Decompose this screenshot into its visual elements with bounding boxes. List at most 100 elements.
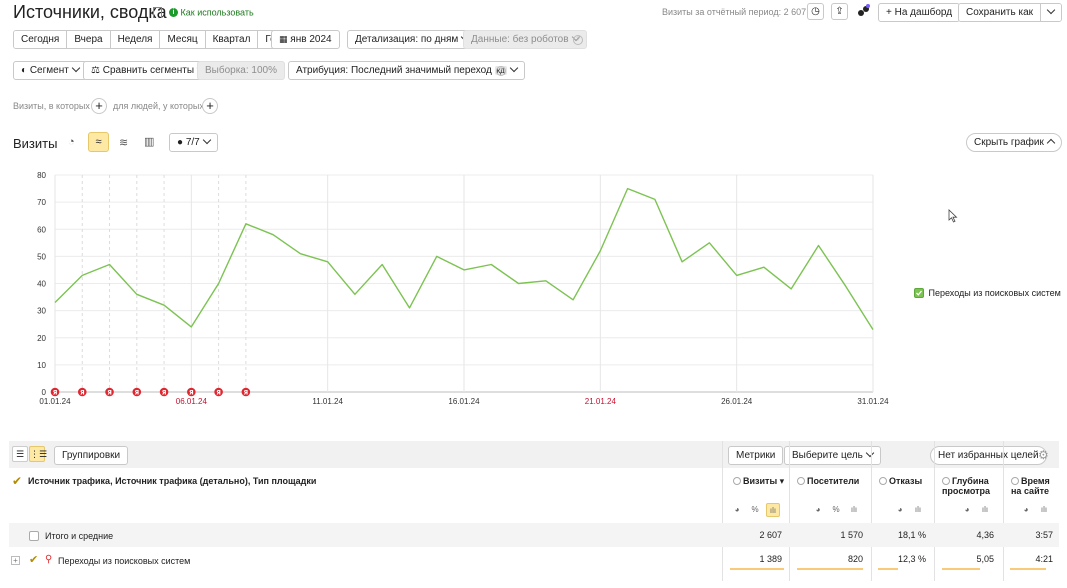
visitors-view-icons: ◕% ılı bbox=[811, 503, 861, 517]
data-point bbox=[408, 307, 410, 309]
add-people-filter-button[interactable]: + bbox=[202, 98, 218, 114]
data-point bbox=[354, 293, 356, 295]
clock-icon[interactable]: ◷ bbox=[807, 3, 824, 20]
pie-icon[interactable]: ◕ bbox=[730, 503, 744, 517]
legend-checkbox[interactable] bbox=[914, 287, 924, 298]
x-tick-label: 06.01.24 bbox=[176, 397, 208, 406]
page-title: Источники, сводка bbox=[13, 2, 167, 22]
tree-view-icon[interactable]: ⋮☰ bbox=[29, 446, 47, 462]
period-quarter[interactable]: Квартал bbox=[205, 31, 259, 48]
pie-icon[interactable]: ◕ bbox=[893, 503, 907, 517]
bars-icon[interactable]: ılı bbox=[911, 503, 925, 517]
line-chart-icon[interactable]: ≈ bbox=[88, 132, 109, 152]
totals-label: Итого и средние bbox=[45, 531, 114, 541]
compare-segments-button[interactable]: ⚖ Сравнить сегменты bbox=[83, 61, 213, 80]
data-point bbox=[790, 288, 792, 290]
bars-icon[interactable]: ılı bbox=[766, 503, 780, 517]
add-visit-filter-button[interactable]: + bbox=[91, 98, 107, 114]
column-depth[interactable]: Глубина просмотра bbox=[942, 476, 990, 496]
segment-button[interactable]: ◐ Сегмент bbox=[13, 61, 87, 80]
column-bounces[interactable]: Отказы bbox=[879, 476, 922, 486]
dimension-checkbox-icon[interactable]: ✔ bbox=[12, 474, 22, 488]
save-as-group[interactable]: Сохранить как bbox=[958, 3, 1063, 22]
column-visitors[interactable]: Посетители bbox=[797, 476, 859, 486]
dimension-header[interactable]: Источник трафика, Источник трафика (дета… bbox=[28, 476, 316, 486]
pie-chart-icon[interactable]: ◔ bbox=[68, 136, 75, 148]
to-dashboard-button[interactable]: + На дашборд bbox=[878, 3, 961, 22]
save-as-dropdown[interactable] bbox=[1041, 4, 1062, 21]
row-depth: 5,05 bbox=[976, 554, 994, 564]
sample-button[interactable]: Выборка: 100% bbox=[197, 61, 285, 80]
column-time[interactable]: Время на сайте bbox=[1011, 476, 1050, 496]
bar-chart-icon[interactable]: ▥ bbox=[144, 135, 154, 148]
row-bounces: 12,3 % bbox=[897, 554, 926, 564]
bars-icon[interactable]: ılı bbox=[847, 503, 861, 517]
period-month[interactable]: Месяц bbox=[160, 31, 206, 48]
chevron-down-icon bbox=[509, 63, 519, 73]
bookmark-icon[interactable] bbox=[153, 7, 162, 18]
data-point bbox=[272, 233, 274, 235]
totals-checkbox[interactable] bbox=[29, 531, 39, 541]
column-divider bbox=[722, 441, 723, 581]
choose-goal-button[interactable]: Выберите цель bbox=[784, 446, 881, 465]
list-view-icon[interactable]: ☰ bbox=[12, 446, 28, 462]
row-checkbox-icon[interactable]: ✔ bbox=[29, 553, 38, 566]
row-label[interactable]: Переходы из поисковых систем bbox=[58, 556, 190, 566]
x-tick-label: 16.01.24 bbox=[448, 397, 480, 406]
depth-share-bar bbox=[942, 568, 980, 570]
data-point bbox=[599, 250, 601, 252]
bars-icon[interactable]: ılı bbox=[978, 503, 992, 517]
data-point bbox=[845, 285, 847, 287]
date-range-button[interactable]: ▦ янв 2024 bbox=[271, 30, 340, 49]
data-point bbox=[381, 263, 383, 265]
period-yesterday[interactable]: Вчера bbox=[67, 31, 111, 48]
pie-icon[interactable]: ◕ bbox=[811, 503, 825, 517]
visitors-share-bar bbox=[797, 568, 863, 570]
help-icon[interactable]: ? bbox=[496, 66, 506, 76]
column-divider bbox=[871, 441, 872, 581]
period-week[interactable]: Неделя bbox=[110, 31, 161, 48]
area-chart-icon[interactable]: ≋ bbox=[119, 136, 128, 149]
favorite-goals-button[interactable]: Нет избранных целей bbox=[930, 446, 1047, 465]
export-icon[interactable]: ⇪ bbox=[831, 3, 848, 20]
visits-period-label: Визиты за отчётный период: 2 607 bbox=[662, 7, 807, 17]
percent-icon[interactable]: % bbox=[748, 503, 762, 517]
detail-button[interactable]: Детализация: по дням bbox=[347, 30, 477, 49]
groupings-button[interactable]: Группировки bbox=[54, 446, 129, 465]
calendar-icon: ▦ bbox=[279, 34, 288, 44]
annotation-marker-label: Я bbox=[244, 390, 249, 397]
expand-row-icon[interactable]: + bbox=[11, 556, 20, 565]
hide-chart-button[interactable]: Скрыть график bbox=[966, 133, 1062, 152]
pie-icon[interactable]: ◕ bbox=[1019, 503, 1033, 517]
attribution-button[interactable]: Атрибуция: Последний значимый переход кд bbox=[288, 61, 525, 80]
legend-label: Переходы из поисковых систем bbox=[928, 287, 1061, 298]
visits-where-label: Визиты, в которых bbox=[13, 101, 90, 111]
annotation-marker-label: Я bbox=[134, 390, 139, 397]
period-today[interactable]: Сегодня bbox=[14, 31, 68, 48]
annotation-marker-label: Я bbox=[189, 390, 194, 397]
bounces-share-bar bbox=[878, 568, 898, 570]
metrics-button[interactable]: Метрики bbox=[728, 446, 784, 465]
y-tick-label: 40 bbox=[37, 280, 46, 289]
save-as-button[interactable]: Сохранить как bbox=[959, 4, 1042, 21]
data-point bbox=[54, 301, 56, 303]
chevron-down-icon bbox=[865, 448, 875, 458]
bars-icon[interactable]: ılı bbox=[1037, 503, 1051, 517]
pie-icon[interactable]: ◕ bbox=[960, 503, 974, 517]
chevron-up-icon bbox=[1046, 138, 1056, 148]
data-filter-button[interactable]: Данные: без роботов bbox=[463, 30, 587, 49]
column-visits[interactable]: Визиты ▾ bbox=[733, 476, 784, 486]
settings-gear-icon[interactable]: ⚙ bbox=[1038, 448, 1049, 462]
data-point bbox=[572, 299, 574, 301]
y-tick-label: 70 bbox=[37, 198, 46, 207]
bounces-view-icons: ◕ ılı bbox=[893, 503, 925, 517]
time-view-icons: ◕ ılı bbox=[1019, 503, 1051, 517]
period-selector[interactable]: Сегодня Вчера Неделя Месяц Квартал Год bbox=[13, 30, 290, 49]
series-count-button[interactable]: ● 7/7 bbox=[169, 133, 218, 152]
assistant-icon[interactable] bbox=[855, 3, 872, 20]
visits-line-chart: 0 10 20 30 40 50 60 70 80 01.01.24 06.01.24 11.01.2… bbox=[37, 171, 889, 406]
how-to-link[interactable]: i Как использовать bbox=[169, 7, 254, 18]
percent-icon[interactable]: % bbox=[829, 503, 843, 517]
radio-icon bbox=[797, 477, 805, 485]
help-icon[interactable]: ? bbox=[573, 35, 583, 45]
